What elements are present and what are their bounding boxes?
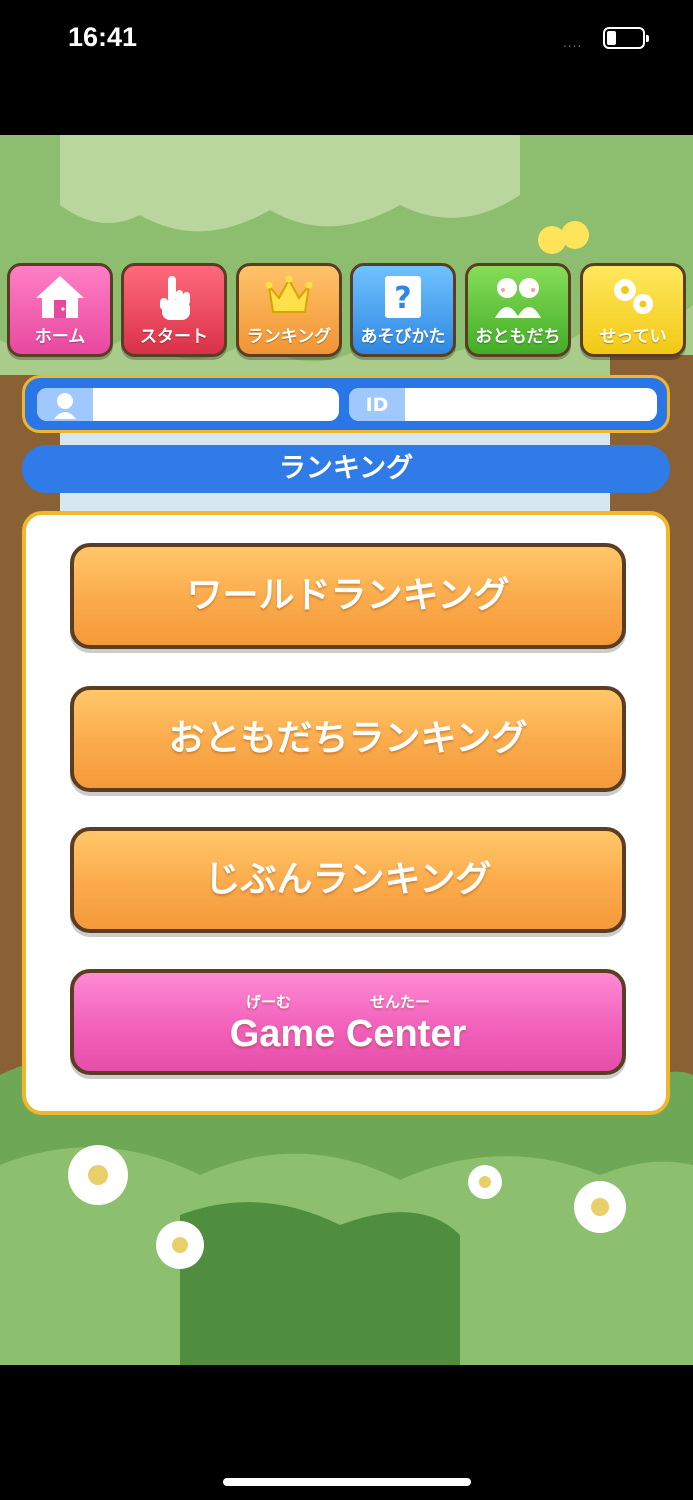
ruby-game: げーむ	[246, 993, 292, 1011]
player-name-field[interactable]	[37, 388, 339, 421]
top-menu: ホーム スタート ランキング ? あそびかた おともだち せってい	[0, 263, 693, 359]
friends-icon	[495, 278, 541, 318]
id-tag: ID	[349, 388, 405, 421]
status-time: 16:41	[68, 22, 138, 52]
friends-label: おともだち	[475, 327, 561, 347]
page-title: ランキング	[22, 445, 670, 493]
home-indicator[interactable]	[223, 1478, 471, 1486]
gears-icon	[614, 279, 653, 314]
friends-ranking-button[interactable]: おともだちランキング	[70, 686, 626, 792]
battery-icon	[603, 27, 649, 49]
help-book-icon: ?	[385, 276, 421, 318]
status-bar: 16:41 ....	[0, 0, 693, 80]
profile-bar: ID	[22, 375, 670, 433]
settings-label: せってい	[599, 327, 667, 347]
my-ranking-button[interactable]: じぶんランキング	[70, 827, 626, 933]
game-center-label: Game Center	[229, 1013, 467, 1055]
svg-text:?: ?	[394, 281, 411, 316]
pointing-hand-icon	[160, 276, 190, 320]
settings-button[interactable]: せってい	[580, 263, 686, 357]
ruby-center: せんたー	[370, 993, 431, 1011]
battery-level	[607, 31, 616, 45]
how-to-play-button[interactable]: ? あそびかた	[350, 263, 456, 357]
crown-icon	[265, 275, 313, 313]
user-icon	[37, 388, 93, 421]
house-icon	[36, 276, 84, 318]
player-id-field[interactable]: ID	[349, 388, 657, 421]
signal-icon: ....	[563, 36, 583, 50]
friends-button[interactable]: おともだち	[465, 263, 571, 357]
start-button[interactable]: スタート	[121, 263, 227, 357]
how-to-play-label: あそびかた	[360, 327, 446, 347]
ranking-panel: ワールドランキング おともだちランキング じぶんランキング げーむ せんたー G…	[22, 511, 670, 1115]
ranking-button[interactable]: ランキング	[236, 263, 342, 357]
world-ranking-button[interactable]: ワールドランキング	[70, 543, 626, 649]
home-button[interactable]: ホーム	[7, 263, 113, 357]
ranking-label: ランキング	[246, 327, 332, 347]
game-screen: ホーム スタート ランキング ? あそびかた おともだち せってい ID ランキ…	[0, 135, 693, 1365]
start-label: スタート	[140, 327, 208, 347]
home-label: ホーム	[34, 327, 86, 347]
game-center-button[interactable]: げーむ せんたー Game Center	[70, 969, 626, 1075]
